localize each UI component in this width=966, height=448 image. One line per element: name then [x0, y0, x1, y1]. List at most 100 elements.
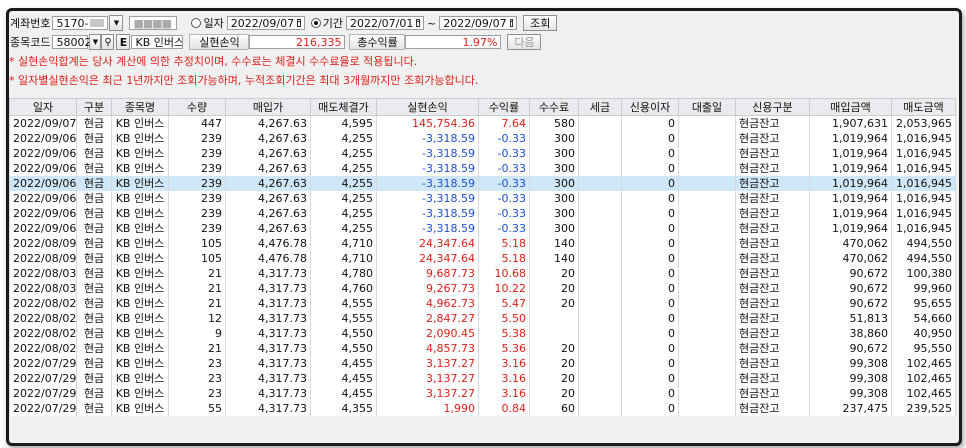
cell-credit: 현금잔고	[735, 206, 810, 221]
cell-date: 2022/07/29	[9, 371, 77, 386]
calendar-icon[interactable]	[297, 19, 301, 27]
table-row[interactable]: 2022/09/06 현금 KB 인버스 239 4,267.63 4,255 -3,318…	[9, 176, 956, 191]
cell-rate: -0.33	[478, 176, 530, 191]
note-line-2: * 일자별실현손익은 최근 1년까지만 조회가능하며, 누적조회기간은 최대 3…	[9, 74, 479, 87]
date-input[interactable]: 2022/09/07	[226, 16, 305, 30]
cell-buy-amt: 1,019,964	[809, 176, 892, 191]
column-header[interactable]: 일자	[9, 98, 77, 116]
cell-sell: 4,555	[310, 311, 377, 326]
radio-period[interactable]: 기간	[310, 15, 343, 31]
column-header[interactable]: 대출일	[678, 98, 736, 116]
table-row[interactable]: 2022/08/02 현금 KB 인버스 9 4,317.73 4,550 2,090.45…	[9, 326, 956, 341]
account-password-input[interactable]: ■■■■	[129, 16, 178, 30]
cell-sell: 4,455	[310, 356, 377, 371]
cell-name: KB 인버스	[111, 356, 169, 371]
table-row[interactable]: 2022/09/06 현금 KB 인버스 239 4,267.63 4,255 -3,318…	[9, 161, 956, 176]
column-header[interactable]: 종목명	[111, 98, 169, 116]
account-number-input[interactable]: 5170-	[52, 16, 109, 30]
table-row[interactable]: 2022/09/07 현금 KB 인버스 447 4,267.63 4,595 145,75…	[9, 115, 956, 131]
cell-interest: 0	[621, 115, 679, 131]
code-dropdown-button[interactable]: ▼	[89, 34, 102, 50]
cell-fee: 20	[529, 371, 579, 386]
cell-interest: 0	[621, 401, 679, 416]
radio-period-circle[interactable]	[310, 18, 321, 28]
period-from-input[interactable]: 2022/07/01	[345, 16, 424, 30]
column-header[interactable]: 매도체결가	[310, 98, 377, 116]
table-row[interactable]: 2022/09/06 현금 KB 인버스 239 4,267.63 4,255 -3,318…	[9, 131, 956, 146]
column-header[interactable]: 구분	[76, 98, 112, 116]
cell-fee: 300	[529, 191, 579, 206]
table-row[interactable]: 2022/09/06 현금 KB 인버스 239 4,267.63 4,255 -3,318…	[9, 191, 956, 206]
period-from-value: 2022/07/01	[349, 16, 414, 30]
column-header[interactable]: 매입금액	[809, 98, 892, 116]
cell-sell: 4,555	[310, 296, 377, 311]
table-row[interactable]: 2022/08/02 현금 KB 인버스 12 4,317.73 4,555 2,847.2…	[9, 311, 956, 326]
cell-pnl: 1,990	[376, 401, 479, 416]
cell-pnl: 24,347.64	[376, 251, 479, 266]
table-row[interactable]: 2022/07/29 현금 KB 인버스 55 4,317.73 4,355 1,990 0.…	[9, 401, 956, 416]
cell-qty: 239	[168, 161, 226, 176]
table-row[interactable]: 2022/08/09 현금 KB 인버스 105 4,476.78 4,710 24,347…	[9, 251, 956, 266]
cell-tax	[578, 176, 622, 191]
next-button[interactable]: 다음	[507, 34, 542, 50]
cell-sell: 4,760	[310, 281, 377, 296]
cell-name: KB 인버스	[111, 401, 169, 416]
column-header[interactable]: 수익률	[478, 98, 530, 116]
calendar-icon[interactable]	[416, 19, 420, 27]
table-row[interactable]: 2022/08/03 현금 KB 인버스 21 4,317.73 4,760 9,267.7…	[9, 281, 956, 296]
cell-rate: 5.18	[478, 236, 530, 251]
cell-interest: 0	[621, 221, 679, 236]
column-header[interactable]: 신용이자	[621, 98, 679, 116]
cell-qty: 21	[168, 341, 226, 356]
cell-sell-amt: 1,016,945	[891, 146, 956, 161]
cell-date: 2022/09/06	[9, 221, 77, 236]
cell-rate: -0.33	[478, 161, 530, 176]
column-header[interactable]: 매입가	[225, 98, 311, 116]
cell-sell: 4,255	[310, 176, 377, 191]
column-header[interactable]: 신용구분	[735, 98, 810, 116]
cell-qty: 23	[168, 356, 226, 371]
code-search-button[interactable]: ⚲	[101, 34, 115, 50]
column-header[interactable]: 수수료	[529, 98, 579, 116]
cell-loan	[678, 131, 736, 146]
cell-credit: 현금잔고	[735, 146, 810, 161]
column-header[interactable]: 매도금액	[891, 98, 956, 116]
table-row[interactable]: 2022/07/29 현금 KB 인버스 23 4,317.73 4,455 3,137.2…	[9, 371, 956, 386]
cell-tax	[578, 146, 622, 161]
table-row[interactable]: 2022/08/02 현금 KB 인버스 21 4,317.73 4,555 4,962.7…	[9, 296, 956, 311]
cell-interest: 0	[621, 296, 679, 311]
table-row[interactable]: 2022/08/03 현금 KB 인버스 21 4,317.73 4,780 9,687.7…	[9, 266, 956, 281]
table-row[interactable]: 2022/07/29 현금 KB 인버스 23 4,317.73 4,455 3,137.2…	[9, 386, 956, 401]
table-row[interactable]: 2022/08/09 현금 KB 인버스 105 4,476.78 4,710 24,347…	[9, 236, 956, 251]
radio-date[interactable]: 일자	[191, 15, 224, 31]
account-dropdown-button[interactable]: ▼	[109, 15, 124, 31]
realized-pnl-label: 실현손익	[189, 34, 250, 50]
query-button[interactable]: 조회	[523, 15, 558, 31]
table-row[interactable]: 2022/07/29 현금 KB 인버스 23 4,317.73 4,455 3,137.2…	[9, 356, 956, 371]
cell-date: 2022/08/03	[9, 266, 77, 281]
code-input[interactable]: 580021	[52, 35, 98, 49]
column-header[interactable]: 세금	[578, 98, 622, 116]
radio-date-circle[interactable]	[191, 18, 202, 28]
cell-credit: 현금잔고	[735, 161, 810, 176]
cell-qty: 21	[168, 296, 226, 311]
cell-type: 현금	[76, 401, 112, 416]
cell-pnl: -3,318.59	[376, 191, 479, 206]
column-header[interactable]: 수량	[168, 98, 226, 116]
table-row[interactable]: 2022/08/02 현금 KB 인버스 21 4,317.73 4,550 4,857.7…	[9, 341, 956, 356]
cell-credit: 현금잔고	[735, 251, 810, 266]
cell-date: 2022/08/09	[9, 251, 77, 266]
table-row[interactable]: 2022/09/06 현금 KB 인버스 239 4,267.63 4,255 -3,318…	[9, 206, 956, 221]
column-header[interactable]: 실현손익	[376, 98, 479, 116]
cell-type: 현금	[76, 176, 112, 191]
period-to-input[interactable]: 2022/09/07	[439, 16, 518, 30]
cell-interest: 0	[621, 161, 679, 176]
cell-type: 현금	[76, 356, 112, 371]
table-row[interactable]: 2022/09/06 현금 KB 인버스 239 4,267.63 4,255 -3,318…	[9, 146, 956, 161]
calendar-icon[interactable]	[509, 19, 514, 27]
cell-name: KB 인버스	[111, 236, 169, 251]
table-row[interactable]: 2022/09/06 현금 KB 인버스 239 4,267.63 4,255 -3,318…	[9, 221, 956, 236]
cell-interest: 0	[621, 386, 679, 401]
cell-buy: 4,317.73	[225, 296, 311, 311]
cell-name: KB 인버스	[111, 386, 169, 401]
